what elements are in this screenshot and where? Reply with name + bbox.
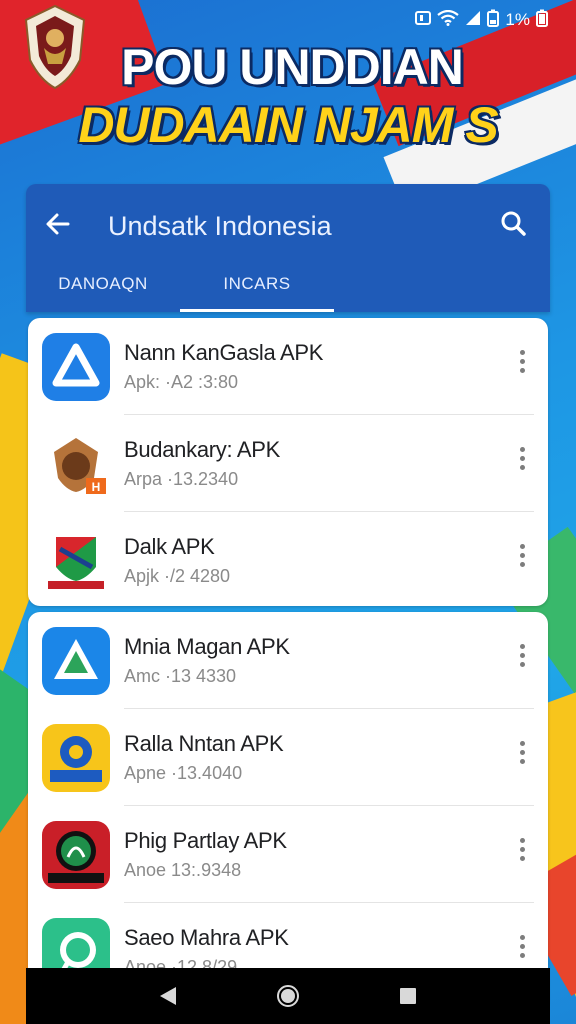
signal-icon — [465, 10, 481, 31]
app-version: Apne ·13.4040 — [124, 763, 243, 783]
app-bar-title: Undsatk Indonesia — [108, 211, 332, 241]
drive-triangle-icon — [42, 333, 110, 401]
search-icon[interactable] — [496, 206, 532, 242]
wifi-icon — [437, 9, 460, 31]
app-version: Apjk ·/2 4280 — [124, 566, 231, 586]
list-item[interactable]: Nann KanGasla APK Apk: ·A2 :3:80 — [28, 318, 548, 415]
more-vert-icon[interactable] — [520, 935, 526, 959]
shield-emblem-icon: H — [42, 430, 110, 498]
headline-line-1: POU UNDDIAN — [121, 39, 464, 95]
battery-icon — [487, 9, 500, 32]
more-vert-icon[interactable] — [520, 350, 526, 374]
promo-headline: POU UNDDIAN DUDAAIN NJAM S — [0, 38, 576, 154]
more-vert-icon[interactable] — [520, 447, 526, 471]
list-item[interactable]: Dalk APK Apjk ·/2 4280 — [28, 512, 548, 609]
flag-crest-icon — [42, 527, 110, 595]
more-vert-icon[interactable] — [520, 544, 526, 568]
app-version: Arpa ·13.2340 — [124, 469, 239, 489]
app-name: Ralla Nntan APK — [124, 731, 284, 756]
more-vert-icon[interactable] — [520, 644, 526, 668]
app-version: Anoe 13:.9348 — [124, 860, 242, 880]
app-list-card: Mnia Magan APK Amc ·13 4330 Ralla Nntan … — [28, 612, 548, 1012]
back-arrow-icon[interactable] — [44, 206, 72, 251]
svg-text:H: H — [92, 480, 101, 494]
app-window: Undsatk Indonesia DANOAQN INCARS Nann Ka… — [26, 184, 550, 1024]
nav-home-icon[interactable] — [276, 984, 300, 1008]
app-name: Dalk APK — [124, 534, 215, 559]
list-item[interactable]: Ralla Nntan APK Apne ·13.4040 — [28, 709, 548, 806]
status-bar: 1% — [415, 6, 548, 34]
tab-bar: DANOAQN INCARS — [26, 256, 550, 312]
headline-line-2: DUDAAIN NJAM S — [78, 97, 498, 153]
system-nav-bar — [26, 968, 550, 1024]
tab-incars[interactable]: INCARS — [180, 256, 334, 312]
app-bar: Undsatk Indonesia DANOAQN INCARS — [26, 184, 550, 312]
app-name: Mnia Magan APK — [124, 634, 290, 659]
app-list-card: Nann KanGasla APK Apk: ·A2 :3:80 H Budan… — [28, 318, 548, 606]
app-name: Saeo Mahra APK — [124, 925, 289, 950]
battery-icon — [536, 9, 548, 32]
list-item[interactable]: H Budankary: APK Arpa ·13.2340 — [28, 415, 548, 512]
more-vert-icon[interactable] — [520, 838, 526, 862]
list-item[interactable]: Mnia Magan APK Amc ·13 4330 — [28, 612, 548, 709]
list-item[interactable]: Phig Partlay APK Anoe 13:.9348 — [28, 806, 548, 903]
garuda-badge-icon — [42, 724, 110, 792]
app-name: Budankary: APK — [124, 437, 281, 462]
green-crest-icon — [42, 821, 110, 889]
nav-back-icon[interactable] — [156, 984, 180, 1008]
app-version: Apk: ·A2 :3:80 — [124, 372, 239, 392]
nfc-icon — [415, 10, 432, 31]
blue-triangle-icon — [42, 627, 110, 695]
tab-danoaqn[interactable]: DANOAQN — [26, 256, 180, 312]
battery-percentage: 1% — [505, 10, 530, 29]
app-name: Phig Partlay APK — [124, 828, 287, 853]
app-version: Amc ·13 4330 — [124, 666, 237, 686]
more-vert-icon[interactable] — [520, 741, 526, 765]
app-name: Nann KanGasla APK — [124, 340, 324, 365]
nav-recents-icon[interactable] — [396, 984, 420, 1008]
